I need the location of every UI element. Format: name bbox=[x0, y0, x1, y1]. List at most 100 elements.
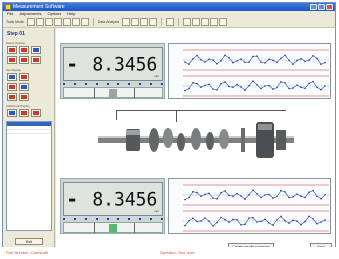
display-button[interactable] bbox=[7, 46, 17, 54]
tolerance-bar bbox=[63, 222, 163, 233]
toolbar-button[interactable] bbox=[192, 18, 201, 26]
main-area: - 8.3456 mm - 8.3456 mm bbox=[56, 28, 335, 249]
measurement-list[interactable] bbox=[6, 121, 52, 231]
toolbar-button[interactable] bbox=[26, 18, 35, 26]
readout-sign: - bbox=[68, 52, 77, 76]
set-icon bbox=[9, 95, 15, 99]
toolbar-button[interactable] bbox=[210, 18, 219, 26]
trend-point bbox=[196, 191, 198, 194]
toolbar-button[interactable] bbox=[131, 18, 140, 26]
close-button[interactable] bbox=[326, 4, 333, 10]
tolerance-ticks bbox=[63, 83, 163, 86]
trend-point bbox=[256, 55, 258, 57]
toolbar-button[interactable] bbox=[80, 18, 89, 26]
trend-point bbox=[236, 192, 238, 195]
toolbar-button[interactable] bbox=[35, 18, 44, 26]
additional-icon bbox=[33, 111, 39, 115]
trend-point bbox=[304, 87, 306, 90]
trend-point bbox=[316, 86, 318, 89]
window-controls bbox=[310, 4, 333, 10]
trend-point bbox=[192, 58, 194, 60]
set-button[interactable] bbox=[7, 73, 17, 81]
set-button[interactable] bbox=[7, 93, 17, 101]
trend-point bbox=[216, 89, 218, 91]
toolbar-button[interactable] bbox=[44, 18, 53, 26]
trend-point bbox=[296, 193, 298, 195]
toolbar-button[interactable] bbox=[183, 18, 192, 26]
limit-marker bbox=[94, 223, 95, 233]
additional-button[interactable] bbox=[31, 109, 41, 117]
trend-point bbox=[320, 197, 322, 200]
section-label: Additional Display bbox=[6, 104, 30, 108]
display-button[interactable] bbox=[19, 46, 29, 54]
set-button[interactable] bbox=[19, 73, 29, 81]
toolbar-button[interactable] bbox=[140, 18, 149, 26]
trend-point bbox=[236, 60, 238, 62]
trend-point bbox=[188, 219, 190, 222]
additional-button[interactable] bbox=[7, 109, 17, 117]
list-item[interactable] bbox=[7, 130, 51, 134]
trend-point bbox=[240, 195, 242, 197]
trend-point bbox=[224, 81, 226, 83]
tolerance-bar bbox=[63, 87, 163, 98]
toolbar-button[interactable] bbox=[219, 18, 228, 26]
trend-point bbox=[252, 80, 254, 82]
set-button[interactable] bbox=[19, 83, 29, 91]
tolerance-fill bbox=[109, 224, 117, 232]
trend-point bbox=[196, 220, 198, 223]
trend-point bbox=[268, 58, 270, 61]
trend-point bbox=[216, 198, 218, 200]
display-button[interactable] bbox=[7, 56, 17, 64]
tolerance-fill bbox=[109, 89, 117, 97]
trend-point bbox=[184, 224, 186, 227]
trend-point bbox=[260, 87, 262, 90]
trend-point bbox=[228, 85, 230, 88]
set-button[interactable] bbox=[7, 83, 17, 91]
toolbar-button[interactable] bbox=[71, 18, 80, 26]
exit-button[interactable]: Exit bbox=[15, 238, 43, 245]
set-button[interactable] bbox=[19, 93, 29, 101]
trend-point bbox=[204, 61, 206, 63]
trend-point bbox=[252, 55, 254, 58]
toolbar-button[interactable] bbox=[166, 18, 175, 26]
trend-point bbox=[240, 58, 242, 60]
trend-point bbox=[304, 196, 306, 199]
trend-point bbox=[192, 190, 194, 193]
trend-point bbox=[208, 58, 210, 60]
lcd-display: - 8.3456 mm bbox=[63, 182, 163, 216]
toolbar-button[interactable] bbox=[201, 18, 210, 26]
trend-point bbox=[296, 220, 298, 222]
trend-point bbox=[196, 54, 198, 57]
trend-point bbox=[228, 57, 230, 59]
lcd-display: - 8.3456 mm bbox=[63, 47, 163, 81]
trend-point bbox=[320, 88, 322, 91]
toolbar-button[interactable] bbox=[122, 18, 131, 26]
trend-point bbox=[276, 218, 278, 221]
toolbar-button[interactable] bbox=[149, 18, 158, 26]
display-button[interactable] bbox=[19, 56, 29, 64]
trend-point bbox=[312, 80, 314, 83]
toolbar-button[interactable] bbox=[62, 18, 71, 26]
trend-point bbox=[316, 222, 318, 225]
trend-point bbox=[232, 61, 234, 64]
trend-point bbox=[272, 59, 274, 62]
trend-chart-svg bbox=[183, 49, 329, 97]
display-button[interactable] bbox=[31, 56, 41, 64]
trend-point bbox=[224, 218, 226, 221]
display-button[interactable] bbox=[31, 46, 41, 54]
trend-point bbox=[308, 215, 310, 218]
trend-point bbox=[312, 218, 314, 220]
toolbar-button[interactable] bbox=[53, 18, 62, 26]
additional-button[interactable] bbox=[19, 109, 29, 117]
display-icon bbox=[21, 48, 27, 52]
additional-icon bbox=[21, 111, 27, 115]
trend-point bbox=[264, 62, 266, 64]
trend-point bbox=[284, 54, 286, 57]
trend-point bbox=[256, 193, 258, 195]
minimize-button[interactable] bbox=[310, 4, 317, 10]
trend-point bbox=[316, 195, 318, 198]
trend-point bbox=[308, 59, 310, 61]
trend-point bbox=[248, 84, 250, 87]
maximize-button[interactable] bbox=[318, 4, 325, 10]
trend-point bbox=[288, 87, 290, 90]
